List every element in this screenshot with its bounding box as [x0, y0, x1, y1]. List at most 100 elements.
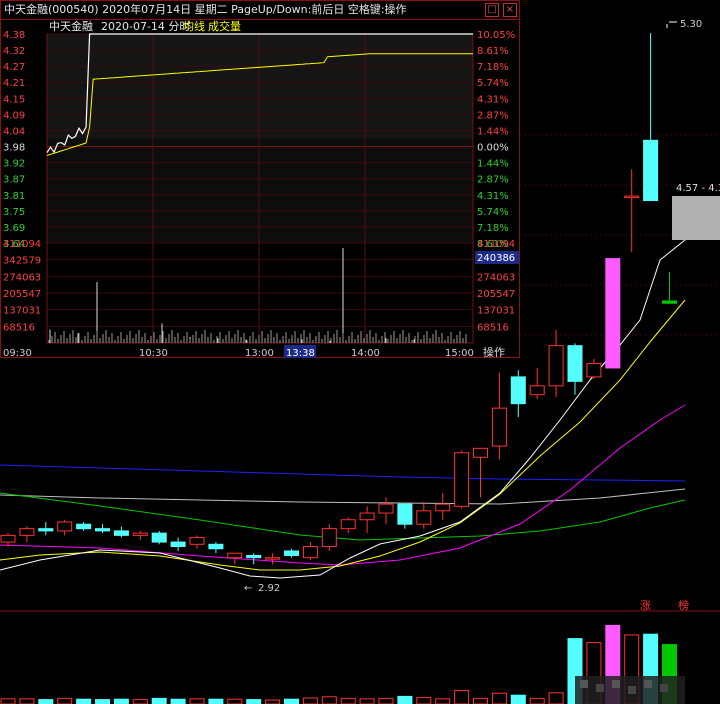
pct-tick-label: 4.31% — [477, 191, 509, 202]
candle[interactable] — [284, 550, 299, 556]
volume-bar — [378, 697, 394, 704]
blur-overlay — [575, 676, 685, 704]
volume-bar — [208, 698, 224, 704]
volume-bar — [284, 698, 299, 704]
volume-bar — [491, 692, 507, 704]
volume-bar — [95, 699, 110, 704]
price-tick-label: 4.38 — [3, 30, 25, 41]
candle[interactable] — [529, 385, 545, 396]
candle[interactable] — [302, 546, 318, 559]
candle[interactable] — [397, 503, 413, 525]
candle[interactable] — [510, 376, 526, 405]
pct-tick-label: 2.87% — [477, 110, 509, 121]
volume-bar — [189, 698, 205, 704]
price-tick-label: 3.81 — [3, 191, 25, 202]
volume-bar — [397, 695, 413, 704]
operate-button[interactable]: 操作 — [483, 345, 505, 359]
time-tick-label: 13:00 — [245, 348, 274, 359]
pct-tick-label: 2.87% — [477, 175, 509, 186]
ma20-line — [0, 404, 686, 566]
candle[interactable] — [586, 362, 602, 378]
candle[interactable] — [170, 541, 186, 548]
vol-tick-label: 205547 — [3, 289, 41, 300]
candle[interactable] — [624, 195, 640, 199]
candle[interactable] — [548, 345, 564, 387]
candle[interactable] — [359, 512, 375, 521]
pct-tick-label: 5.74% — [477, 78, 509, 89]
vol-tick-label-right: 68516 — [477, 322, 509, 333]
price-tick-label: 3.75 — [3, 207, 25, 218]
price-tick-label: 4.09 — [3, 110, 25, 121]
volume-bar — [321, 696, 337, 704]
vol-tick-label-right: 411094 — [477, 239, 515, 250]
candle[interactable] — [340, 519, 356, 530]
volume-bar — [57, 697, 73, 704]
candle[interactable] — [662, 300, 677, 304]
candle[interactable] — [605, 258, 621, 369]
ma120-line — [0, 488, 686, 505]
volume-bar — [510, 694, 526, 704]
candle[interactable] — [57, 521, 73, 532]
time-tick-label: 14:00 — [351, 348, 380, 359]
candle[interactable] — [113, 530, 129, 536]
vol-tick-label-right: 137031 — [477, 306, 515, 317]
price-tooltip: 4.57 - 4.3 — [672, 183, 720, 240]
candle[interactable] — [416, 510, 432, 525]
candle[interactable] — [0, 534, 16, 543]
pct-tick-label: 1.44% — [477, 159, 509, 170]
candle[interactable] — [208, 543, 224, 550]
volume-bar — [0, 698, 16, 704]
pct-tick-label: 0.00% — [477, 143, 509, 154]
pct-tick-label: 4.31% — [477, 94, 509, 105]
limit-up-badge: 涨 — [640, 599, 651, 612]
volume-bar — [548, 692, 564, 704]
popup-titlebar[interactable]: 中天金融(000540) 2020年07月14日 星期二 PageUp/Down… — [1, 1, 519, 20]
volume-bar — [246, 699, 262, 704]
tooltip-label: 4.57 - 4.3 — [676, 183, 720, 194]
popup-title: 中天金融(000540) 2020年07月14日 星期二 PageUp/Down… — [4, 3, 407, 16]
high-price-label: 5.30 — [680, 19, 702, 30]
volume-bar — [435, 698, 451, 704]
volume-bar — [359, 698, 375, 704]
candle[interactable] — [151, 532, 167, 543]
candle[interactable] — [321, 528, 337, 548]
vol-tick-label-right: 274063 — [477, 272, 515, 283]
intraday-popup[interactable]: 中天金融(000540) 2020年07月14日 星期二 PageUp/Down… — [0, 0, 520, 359]
time-tick-label: 09:30 — [3, 348, 32, 359]
candle[interactable] — [567, 345, 583, 382]
price-tick-label: 3.69 — [3, 223, 25, 234]
intraday-chart[interactable]: 4.38 10.05% 4.32 8.61% 4.27 7.18% 4.21 5.74% 4.1… — [1, 19, 519, 359]
pct-tick-label: 10.05% — [477, 30, 515, 41]
volume-bar — [529, 697, 545, 704]
low-arrow-icon: ← — [244, 583, 252, 594]
candle[interactable] — [227, 552, 243, 559]
candle[interactable] — [189, 537, 205, 545]
candle[interactable] — [491, 407, 507, 447]
candle[interactable] — [454, 452, 470, 507]
candle[interactable] — [378, 503, 394, 514]
volume-bar — [38, 699, 54, 704]
time-cursor-label: 13:38 — [286, 348, 315, 359]
vol-tick-label: 137031 — [3, 306, 41, 317]
price-tick-label: 3.87 — [3, 175, 25, 186]
candle[interactable] — [132, 532, 148, 536]
candle[interactable] — [643, 139, 659, 202]
volume-bar — [265, 699, 281, 704]
candle[interactable] — [435, 503, 451, 512]
vol-tick-label: 274063 — [3, 272, 41, 283]
candle[interactable] — [19, 528, 35, 536]
volume-bar — [19, 698, 35, 704]
candle[interactable] — [265, 557, 281, 560]
candle[interactable] — [95, 528, 110, 532]
vol-tick-label: 411094 — [3, 239, 41, 250]
candle[interactable] — [473, 447, 488, 458]
candle[interactable] — [38, 528, 54, 532]
candle[interactable] — [76, 523, 92, 530]
candle[interactable] — [246, 554, 262, 559]
restore-icon[interactable]: □ — [485, 3, 499, 17]
vol-tick-label-right: 205547 — [477, 289, 515, 300]
low-price-label: 2.92 — [258, 583, 280, 594]
volume-bar — [113, 698, 129, 704]
volume-bar — [76, 698, 92, 704]
close-icon[interactable]: × — [503, 3, 517, 17]
